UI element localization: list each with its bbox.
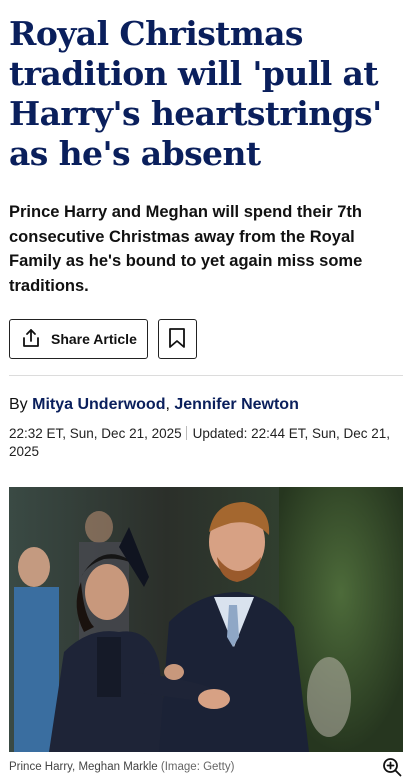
article-dates: 22:32 ET, Sun, Dec 21, 2025 Updated: 22:4… — [9, 425, 403, 461]
author-link-2[interactable]: Jennifer Newton — [174, 396, 298, 413]
share-icon — [20, 327, 42, 352]
article-image[interactable] — [9, 487, 403, 752]
date-separator — [185, 426, 187, 440]
article-standfirst: Prince Harry and Meghan will spend their… — [9, 203, 363, 295]
image-caption: Prince Harry, Meghan Markle (Image: Gett… — [9, 761, 234, 773]
zoom-in-icon[interactable] — [381, 756, 403, 778]
image-caption-row: Prince Harry, Meghan Markle (Image: Gett… — [9, 752, 403, 779]
article-page: Royal Christmas tradition will 'pull at … — [0, 0, 412, 779]
byline: By Mitya Underwood, Jennifer Newton — [9, 395, 403, 415]
caption-text: Prince Harry, Meghan Markle — [9, 761, 158, 773]
byline-separator: , — [165, 396, 170, 413]
article-actions: Share Article — [9, 319, 403, 359]
divider — [9, 375, 403, 376]
published-date: 22:32 ET, Sun, Dec 21, 2025 — [9, 426, 182, 441]
article-headline: Royal Christmas tradition will 'pull at … — [9, 14, 382, 173]
share-article-button[interactable]: Share Article — [9, 319, 148, 359]
share-article-label: Share Article — [51, 331, 137, 347]
bookmark-button[interactable] — [157, 319, 197, 359]
author-link-1[interactable]: Mitya Underwood — [32, 396, 165, 413]
photo-illustration — [9, 487, 403, 752]
bookmark-icon — [168, 327, 186, 352]
caption-credit: (Image: Getty) — [160, 761, 235, 773]
byline-prefix: By — [9, 396, 28, 413]
